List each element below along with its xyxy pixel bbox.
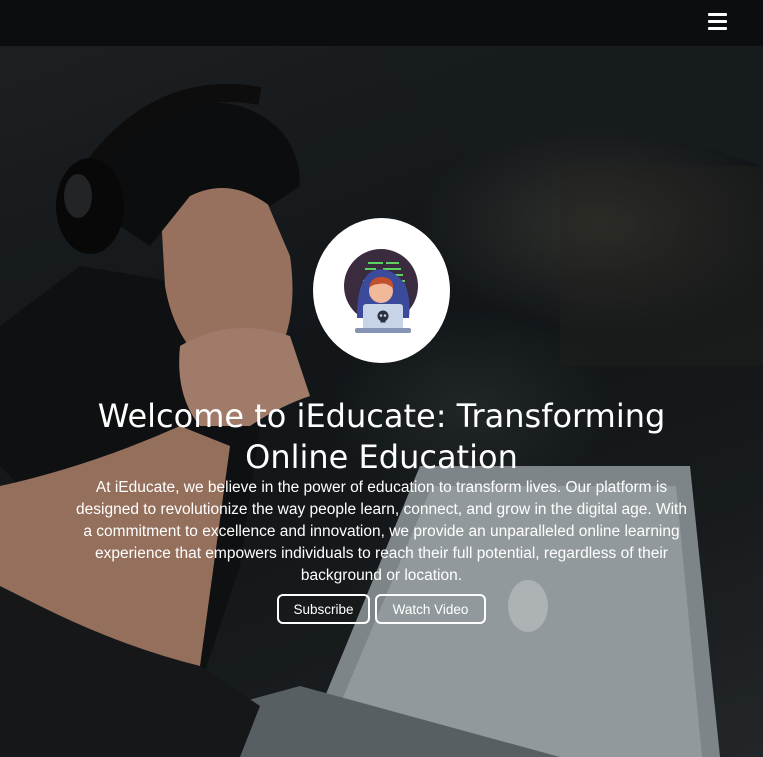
hamburger-menu-icon[interactable] (708, 13, 727, 31)
coder-logo-icon (344, 249, 418, 333)
watch-video-button[interactable]: Watch Video (375, 594, 486, 624)
ieducate-logo (313, 218, 450, 363)
hero-description: At iEducate, we believe in the power of … (76, 479, 687, 584)
hero-title-line1: Welcome to iEducate: Transforming (97, 397, 666, 435)
hero-title-line2: Online Education (245, 438, 518, 476)
hero-title: Welcome to iEducate: Transforming Online… (60, 396, 703, 478)
top-navbar (0, 0, 763, 46)
subscribe-button[interactable]: Subscribe (277, 594, 370, 624)
